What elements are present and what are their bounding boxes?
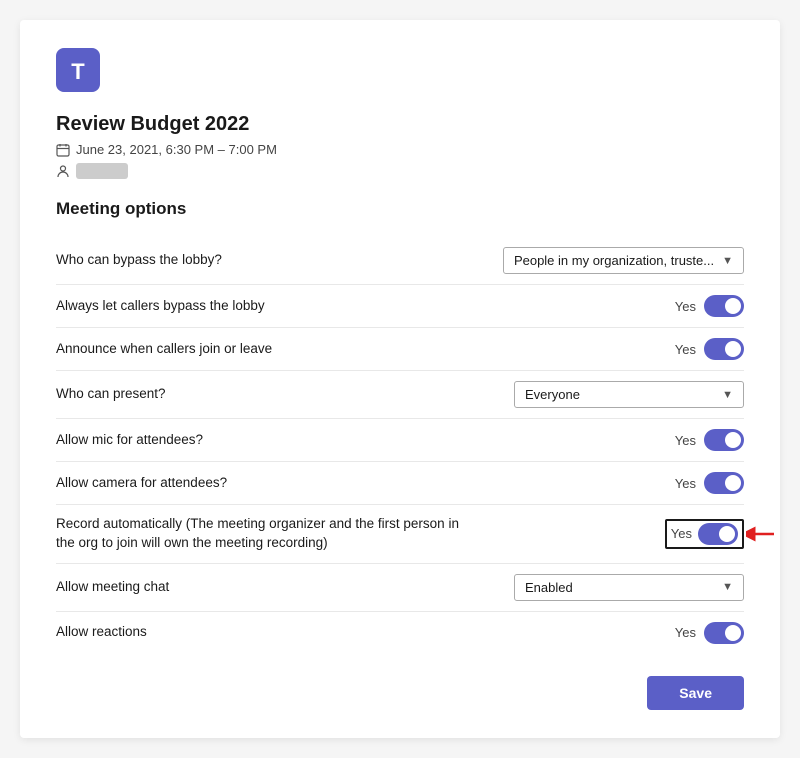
option-control-record-auto: Yes xyxy=(514,519,744,549)
meeting-title: Review Budget 2022 xyxy=(56,113,744,136)
allow-camera-toggle[interactable] xyxy=(704,472,744,494)
option-label-allow-mic: Allow mic for attendees? xyxy=(56,431,203,450)
red-arrow-icon xyxy=(746,523,778,545)
allow-mic-yes: Yes xyxy=(675,433,696,448)
who-present-dropdown[interactable]: Everyone ▼ xyxy=(514,381,744,408)
option-control-announce-join: Yes xyxy=(514,338,744,360)
always-bypass-toggle[interactable] xyxy=(704,295,744,317)
save-button-row: Save xyxy=(56,676,744,710)
who-present-arrow: ▼ xyxy=(722,389,733,401)
option-label-bypass-lobby: Who can bypass the lobby? xyxy=(56,251,222,270)
options-list: Who can bypass the lobby? People in my o… xyxy=(56,237,744,654)
option-label-always-bypass: Always let callers bypass the lobby xyxy=(56,297,265,316)
red-arrow-indicator xyxy=(746,523,778,545)
option-control-allow-chat: Enabled ▼ xyxy=(514,574,744,601)
announce-join-toggle[interactable] xyxy=(704,338,744,360)
meeting-organizer xyxy=(56,163,744,179)
bypass-lobby-arrow: ▼ xyxy=(722,255,733,267)
allow-chat-arrow: ▼ xyxy=(722,581,733,593)
option-always-bypass: Always let callers bypass the lobby Yes xyxy=(56,285,744,328)
record-auto-toggle[interactable] xyxy=(698,523,738,545)
bypass-lobby-dropdown[interactable]: People in my organization, truste... ▼ xyxy=(503,247,744,274)
person-icon xyxy=(56,164,70,178)
option-control-who-present: Everyone ▼ xyxy=(514,381,744,408)
option-bypass-lobby: Who can bypass the lobby? People in my o… xyxy=(56,237,744,285)
option-label-announce-join: Announce when callers join or leave xyxy=(56,340,272,359)
always-bypass-yes: Yes xyxy=(675,299,696,314)
option-label-who-present: Who can present? xyxy=(56,385,166,404)
option-control-bypass-lobby: People in my organization, truste... ▼ xyxy=(503,247,744,274)
meeting-datetime: June 23, 2021, 6:30 PM – 7:00 PM xyxy=(56,142,744,157)
option-who-present: Who can present? Everyone ▼ xyxy=(56,371,744,419)
option-record-auto: Record automatically (The meeting organi… xyxy=(56,505,744,564)
announce-join-yes: Yes xyxy=(675,342,696,357)
allow-chat-dropdown[interactable]: Enabled ▼ xyxy=(514,574,744,601)
meeting-options-card: T Review Budget 2022 June 23, 2021, 6:30… xyxy=(20,20,780,738)
meeting-datetime-text: June 23, 2021, 6:30 PM – 7:00 PM xyxy=(76,142,277,157)
option-control-always-bypass: Yes xyxy=(514,295,744,317)
option-label-record-auto: Record automatically (The meeting organi… xyxy=(56,515,476,553)
bypass-lobby-value: People in my organization, truste... xyxy=(514,253,714,268)
calendar-icon xyxy=(56,143,70,157)
option-control-allow-mic: Yes xyxy=(514,429,744,451)
allow-mic-toggle[interactable] xyxy=(704,429,744,451)
option-allow-camera: Allow camera for attendees? Yes xyxy=(56,462,744,505)
teams-logo: T xyxy=(56,48,744,113)
allow-chat-value: Enabled xyxy=(525,580,573,595)
record-highlight: Yes xyxy=(665,519,744,549)
option-label-allow-camera: Allow camera for attendees? xyxy=(56,474,227,493)
who-present-value: Everyone xyxy=(525,387,580,402)
save-button[interactable]: Save xyxy=(647,676,744,710)
option-announce-join: Announce when callers join or leave Yes xyxy=(56,328,744,371)
option-allow-mic: Allow mic for attendees? Yes xyxy=(56,419,744,462)
record-auto-yes: Yes xyxy=(671,526,692,541)
option-allow-chat: Allow meeting chat Enabled ▼ xyxy=(56,564,744,612)
organizer-avatar xyxy=(76,163,128,179)
option-control-allow-camera: Yes xyxy=(514,472,744,494)
option-label-allow-chat: Allow meeting chat xyxy=(56,578,169,597)
section-title: Meeting options xyxy=(56,199,744,219)
allow-camera-yes: Yes xyxy=(675,476,696,491)
svg-text:T: T xyxy=(71,59,85,84)
